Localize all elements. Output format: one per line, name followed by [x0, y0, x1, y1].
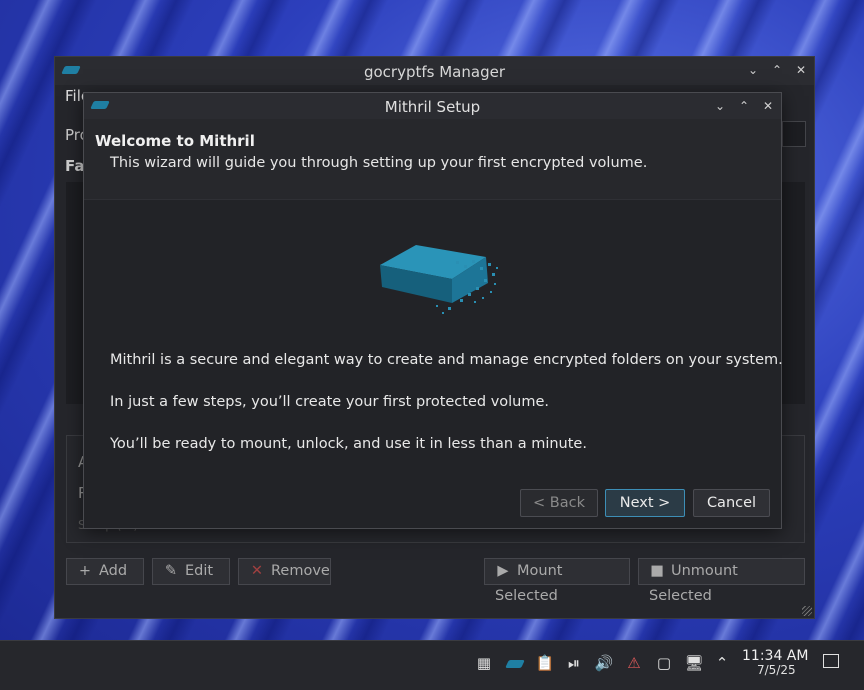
- show-hidden-icons[interactable]: ⌃: [712, 653, 732, 673]
- dialog-header: Welcome to Mithril This wizard will guid…: [84, 119, 781, 200]
- play-icon: ▶: [497, 563, 509, 579]
- mithril-logo-icon: [380, 245, 498, 314]
- mithril-tray-icon[interactable]: [505, 653, 525, 673]
- welcome-subtitle: This wizard will guide you through setti…: [110, 155, 648, 171]
- unmount-selected-button[interactable]: ■ Unmount Selected: [638, 558, 805, 604]
- media-player-icon[interactable]: ⏯: [564, 653, 584, 673]
- clock-time[interactable]: 11:34 AM: [742, 648, 808, 664]
- close-icon[interactable]: ✕: [793, 62, 809, 78]
- intro-paragraph-2: In just a few steps, you’ll create your …: [110, 394, 550, 410]
- remove-x-icon: ✕: [250, 563, 264, 579]
- clipboard-icon[interactable]: 📋: [535, 653, 555, 673]
- main-window-title: gocryptfs Manager: [363, 63, 505, 81]
- profile-input-edge[interactable]: [782, 121, 806, 147]
- network-icon[interactable]: 🖥: [684, 653, 704, 673]
- back-button[interactable]: < Back: [520, 489, 598, 517]
- plus-icon: +: [78, 563, 92, 579]
- add-button[interactable]: + Add: [66, 558, 144, 585]
- intro-paragraph-1: Mithril is a secure and elegant way to c…: [110, 352, 783, 368]
- clock-date[interactable]: 7/5/25: [757, 663, 796, 677]
- mount-selected-button[interactable]: ▶ Mount Selected: [484, 558, 630, 604]
- dialog-close-icon[interactable]: ✕: [760, 98, 776, 114]
- stop-icon: ■: [650, 563, 664, 579]
- setup-dialog: Mithril Setup ⌄ ⌃ ✕ Welcome to Mithril T…: [83, 92, 783, 529]
- resize-grip[interactable]: [802, 606, 812, 616]
- next-button[interactable]: Next >: [605, 489, 685, 517]
- dialog-title: Mithril Setup: [384, 98, 481, 116]
- show-desktop-icon[interactable]: [821, 653, 841, 673]
- grid-applet-icon[interactable]: ▦: [474, 653, 494, 673]
- dialog-titlebar[interactable]: Mithril Setup ⌄ ⌃ ✕: [84, 93, 781, 119]
- cancel-button[interactable]: Cancel: [693, 489, 770, 517]
- welcome-heading: Welcome to Mithril: [95, 132, 255, 150]
- notifications-icon[interactable]: ⚠: [624, 653, 644, 673]
- pencil-icon: ✎: [164, 563, 178, 579]
- volume-icon[interactable]: 🔊: [594, 653, 614, 673]
- dialog-maximize-icon[interactable]: ⌃: [736, 98, 752, 114]
- maximize-icon[interactable]: ⌃: [769, 62, 785, 78]
- remove-button[interactable]: ✕ Remove: [238, 558, 331, 585]
- edit-button[interactable]: ✎ Edit: [152, 558, 230, 585]
- intro-paragraph-3: You’ll be ready to mount, unlock, and us…: [110, 436, 587, 452]
- taskbar: ▦ 📋 ⏯ 🔊 ⚠ ▢ 🖥 ⌃ 11:34 AM 7/5/25: [0, 640, 864, 690]
- dialog-minimize-icon[interactable]: ⌄: [712, 98, 728, 114]
- usb-device-icon[interactable]: ▢: [654, 653, 674, 673]
- minimize-icon[interactable]: ⌄: [745, 62, 761, 78]
- main-titlebar[interactable]: gocryptfs Manager ⌄ ⌃ ✕: [55, 57, 814, 85]
